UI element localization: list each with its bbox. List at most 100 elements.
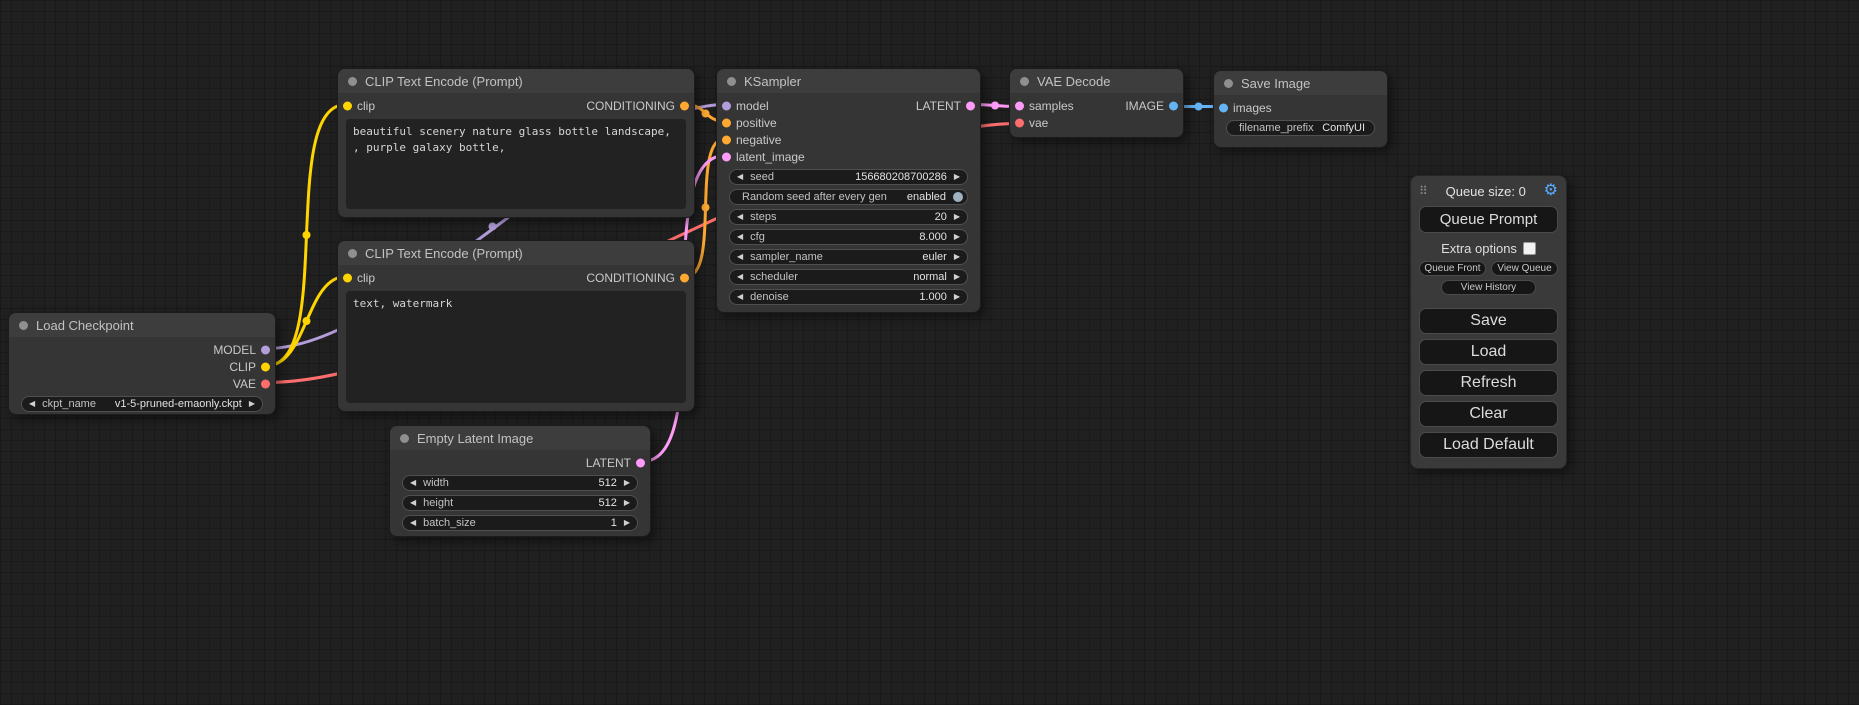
widget-filename-prefix[interactable]: filename_prefix ComfyUI xyxy=(1226,120,1375,136)
load-default-button[interactable]: Load Default xyxy=(1419,432,1558,458)
input-slot-vae[interactable] xyxy=(1015,118,1024,127)
output-slot-latent[interactable] xyxy=(636,458,645,467)
collapse-dot-icon[interactable] xyxy=(19,321,28,330)
widget-seed[interactable]: ◀ seed 156680208700286 ▶ xyxy=(729,169,968,185)
output-slot-vae[interactable] xyxy=(261,379,270,388)
output-slot-conditioning[interactable] xyxy=(680,101,689,110)
decrement-arrow-icon[interactable]: ◀ xyxy=(410,519,416,527)
prompt-text-input[interactable]: beautiful scenery nature glass bottle la… xyxy=(346,119,686,209)
widget-value: 512 xyxy=(598,497,616,509)
input-slot-images[interactable] xyxy=(1219,103,1228,112)
increment-arrow-icon[interactable]: ▶ xyxy=(624,519,630,527)
widget-ckpt-name[interactable]: ◀ ckpt_name v1-5-pruned-emaonly.ckpt ▶ xyxy=(21,396,263,412)
view-history-button[interactable]: View History xyxy=(1441,280,1536,295)
decrement-arrow-icon[interactable]: ◀ xyxy=(737,173,743,181)
node-save-image[interactable]: Save Image images filename_prefix ComfyU… xyxy=(1213,70,1388,148)
widget-scheduler[interactable]: ◀ scheduler normal ▶ xyxy=(729,269,968,285)
input-slot-positive[interactable] xyxy=(722,118,731,127)
collapse-dot-icon[interactable] xyxy=(348,249,357,258)
decrement-arrow-icon[interactable]: ◀ xyxy=(737,273,743,281)
node-title: CLIP Text Encode (Prompt) xyxy=(365,246,523,261)
increment-arrow-icon[interactable]: ▶ xyxy=(954,273,960,281)
input-slot-clip[interactable] xyxy=(343,273,352,282)
input-slot-latent-image[interactable] xyxy=(722,152,731,161)
output-slot-conditioning[interactable] xyxy=(680,273,689,282)
increment-arrow-icon[interactable]: ▶ xyxy=(624,499,630,507)
input-slot-samples[interactable] xyxy=(1015,101,1024,110)
collapse-dot-icon[interactable] xyxy=(348,77,357,86)
increment-arrow-icon[interactable]: ▶ xyxy=(954,233,960,241)
increment-arrow-icon[interactable]: ▶ xyxy=(954,213,960,221)
widget-label: width xyxy=(423,477,449,489)
node-title-bar: CLIP Text Encode (Prompt) xyxy=(338,69,694,93)
decrement-arrow-icon[interactable]: ◀ xyxy=(737,213,743,221)
increment-arrow-icon[interactable]: ▶ xyxy=(249,400,255,408)
output-slot-image[interactable] xyxy=(1169,101,1178,110)
refresh-button[interactable]: Refresh xyxy=(1419,370,1558,396)
output-slot-model[interactable] xyxy=(261,345,270,354)
decrement-arrow-icon[interactable]: ◀ xyxy=(410,479,416,487)
node-clip-text-encode-positive[interactable]: CLIP Text Encode (Prompt) clip CONDITION… xyxy=(337,68,695,218)
link-midpoint-dot xyxy=(303,317,311,325)
node-ksampler[interactable]: KSampler model LATENT positive negative … xyxy=(716,68,981,313)
widget-label: batch_size xyxy=(423,517,476,529)
save-button[interactable]: Save xyxy=(1419,308,1558,334)
increment-arrow-icon[interactable]: ▶ xyxy=(624,479,630,487)
widget-random-seed-toggle[interactable]: Random seed after every gen enabled xyxy=(729,189,968,205)
input-slot-model[interactable] xyxy=(722,101,731,110)
widget-label: Random seed after every gen xyxy=(742,191,887,203)
collapse-dot-icon[interactable] xyxy=(1020,77,1029,86)
settings-gear-icon[interactable]: ⚙ xyxy=(1544,183,1558,199)
slot-row: VAE xyxy=(9,375,275,392)
view-queue-button[interactable]: View Queue xyxy=(1491,261,1558,276)
node-vae-decode[interactable]: VAE Decode samples IMAGE vae xyxy=(1009,68,1184,138)
increment-arrow-icon[interactable]: ▶ xyxy=(954,293,960,301)
extra-options-label: Extra options xyxy=(1441,241,1517,256)
increment-arrow-icon[interactable]: ▶ xyxy=(954,173,960,181)
prompt-text-input[interactable]: text, watermark xyxy=(346,291,686,403)
queue-front-button[interactable]: Queue Front xyxy=(1419,261,1486,276)
queue-actions-row: Queue Front View Queue xyxy=(1419,261,1558,276)
decrement-arrow-icon[interactable]: ◀ xyxy=(29,400,35,408)
output-label-conditioning: CONDITIONING xyxy=(586,271,694,285)
widget-steps[interactable]: ◀ steps 20 ▶ xyxy=(729,209,968,225)
slot-row: images xyxy=(1214,99,1387,116)
clear-button[interactable]: Clear xyxy=(1419,401,1558,427)
decrement-arrow-icon[interactable]: ◀ xyxy=(737,253,743,261)
slot-row: samples IMAGE xyxy=(1010,97,1183,114)
extra-options-checkbox[interactable] xyxy=(1523,242,1536,255)
collapse-dot-icon[interactable] xyxy=(1224,79,1233,88)
collapse-dot-icon[interactable] xyxy=(400,434,409,443)
slot-row: vae xyxy=(1010,114,1183,131)
output-slot-clip[interactable] xyxy=(261,362,270,371)
widget-denoise[interactable]: ◀ denoise 1.000 ▶ xyxy=(729,289,968,305)
widget-height[interactable]: ◀ height 512 ▶ xyxy=(402,495,638,511)
node-title-bar: KSampler xyxy=(717,69,980,93)
input-slot-negative[interactable] xyxy=(722,135,731,144)
input-slot-clip[interactable] xyxy=(343,101,352,110)
node-title-bar: Empty Latent Image xyxy=(390,426,650,450)
collapse-dot-icon[interactable] xyxy=(727,77,736,86)
output-slot-latent[interactable] xyxy=(966,101,975,110)
node-clip-text-encode-negative[interactable]: CLIP Text Encode (Prompt) clip CONDITION… xyxy=(337,240,695,412)
decrement-arrow-icon[interactable]: ◀ xyxy=(410,499,416,507)
decrement-arrow-icon[interactable]: ◀ xyxy=(737,293,743,301)
decrement-arrow-icon[interactable]: ◀ xyxy=(737,233,743,241)
slot-row: negative xyxy=(717,131,980,148)
widget-value: 156680208700286 xyxy=(855,171,947,183)
queue-prompt-button[interactable]: Queue Prompt xyxy=(1419,206,1558,233)
increment-arrow-icon[interactable]: ▶ xyxy=(954,253,960,261)
toggle-knob-icon[interactable] xyxy=(953,192,963,202)
widget-label: height xyxy=(423,497,453,509)
widget-sampler-name[interactable]: ◀ sampler_name euler ▶ xyxy=(729,249,968,265)
load-button[interactable]: Load xyxy=(1419,339,1558,365)
node-empty-latent-image[interactable]: Empty Latent Image LATENT ◀ width 512 ▶ … xyxy=(389,425,651,537)
drag-handle-icon[interactable]: ⠿ xyxy=(1419,184,1428,198)
widget-batch-size[interactable]: ◀ batch_size 1 ▶ xyxy=(402,515,638,531)
link-midpoint-dot xyxy=(1195,103,1203,111)
comfy-menu-panel[interactable]: ⠿ Queue size: 0 ⚙ Queue Prompt Extra opt… xyxy=(1410,175,1567,469)
widget-width[interactable]: ◀ width 512 ▶ xyxy=(402,475,638,491)
widget-cfg[interactable]: ◀ cfg 8.000 ▶ xyxy=(729,229,968,245)
node-load-checkpoint[interactable]: Load Checkpoint MODEL CLIP VAE ◀ ckpt_na… xyxy=(8,312,276,415)
node-title-bar: Save Image xyxy=(1214,71,1387,95)
